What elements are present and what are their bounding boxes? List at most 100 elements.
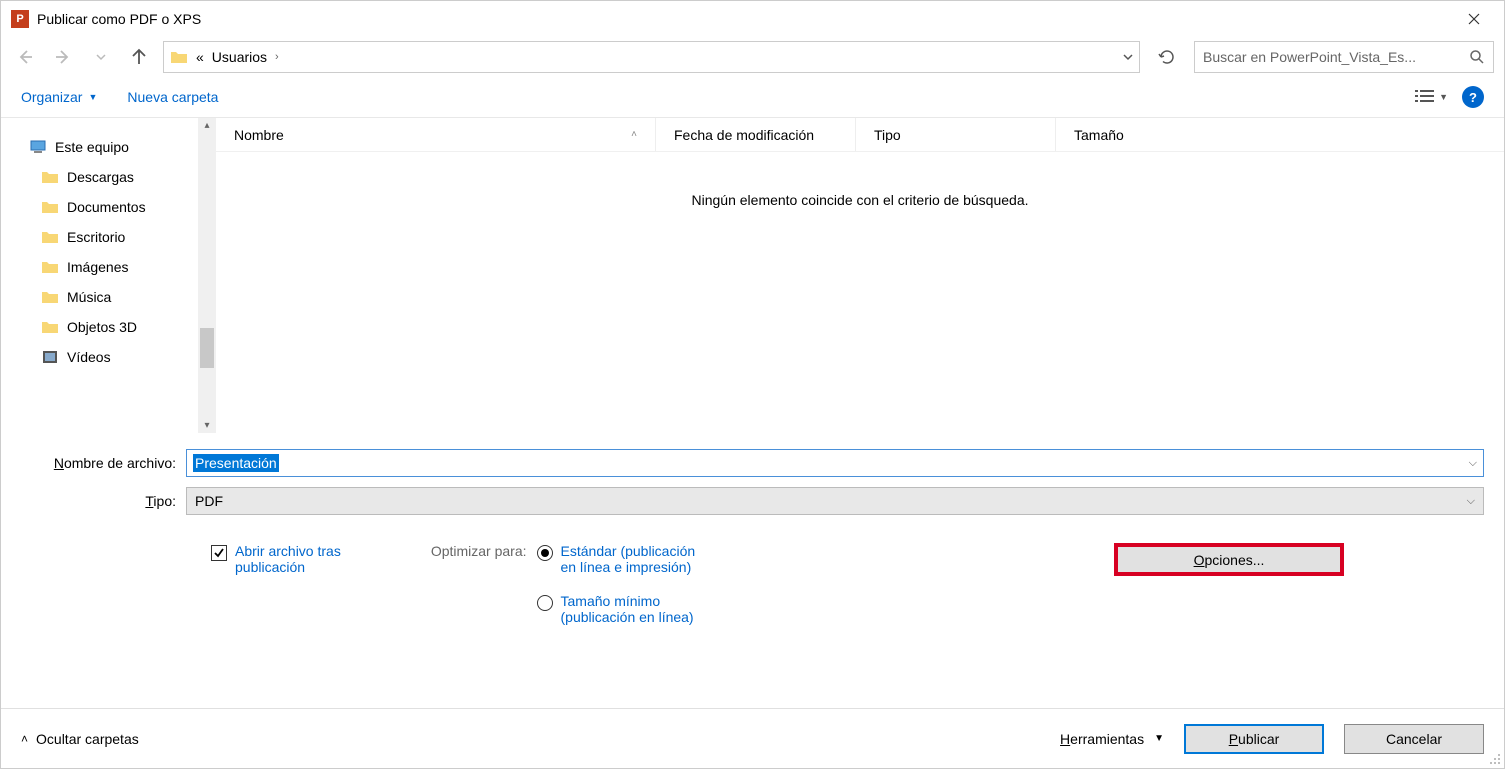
- sidebar-item-label: Música: [67, 289, 111, 305]
- sidebar-item-videos[interactable]: Vídeos: [1, 342, 198, 372]
- column-date[interactable]: Fecha de modificación: [656, 118, 856, 151]
- sidebar-item-downloads[interactable]: Descargas: [1, 162, 198, 192]
- chevron-down-icon: [96, 52, 106, 62]
- window-title: Publicar como PDF o XPS: [37, 11, 201, 27]
- organize-button[interactable]: Organizar ▼: [21, 89, 97, 105]
- publish-button[interactable]: Publicar: [1184, 724, 1324, 754]
- type-label: Tipo:: [21, 493, 186, 509]
- empty-message: Ningún elemento coincide con el criterio…: [216, 152, 1504, 208]
- breadcrumb-prefix: «: [196, 49, 204, 65]
- sidebar-item-label: Objetos 3D: [67, 319, 137, 335]
- type-combobox[interactable]: PDF ⌵: [186, 487, 1484, 515]
- column-headers: Nombre˄ Fecha de modificación Tipo Tamañ…: [216, 118, 1504, 152]
- scroll-thumb[interactable]: [200, 328, 214, 368]
- radio-label: Estándar (publicaciónen línea e impresió…: [561, 543, 696, 575]
- refresh-icon: [1158, 48, 1176, 66]
- sidebar-item-label: Escritorio: [67, 229, 125, 245]
- save-form: Nombre de archivo: Presentación ⌵ Tipo: …: [1, 433, 1504, 625]
- sidebar-item-label: Documentos: [67, 199, 146, 215]
- caret-down-icon: ▼: [88, 92, 97, 102]
- radio-standard[interactable]: Estándar (publicaciónen línea e impresió…: [537, 543, 696, 575]
- radio-label: Tamaño mínimo(publicación en línea): [561, 593, 694, 625]
- caret-down-icon: ▼: [1439, 92, 1448, 102]
- video-icon: [41, 348, 59, 366]
- options-button[interactable]: Opciones...: [1114, 543, 1344, 576]
- column-type[interactable]: Tipo: [856, 118, 1056, 151]
- search-input[interactable]: Buscar en PowerPoint_Vista_Es...: [1194, 41, 1494, 73]
- filename-label: Nombre de archivo:: [21, 455, 186, 471]
- folder-icon: [41, 168, 59, 186]
- new-folder-label: Nueva carpeta: [127, 89, 218, 105]
- resize-grip-icon: [1488, 752, 1502, 766]
- recent-dropdown[interactable]: [87, 43, 115, 71]
- footer: ˄ Ocultar carpetas Herramientas ▼ Public…: [1, 708, 1504, 768]
- search-placeholder: Buscar en PowerPoint_Vista_Es...: [1203, 49, 1469, 65]
- sidebar-item-label: Imágenes: [67, 259, 128, 275]
- sidebar-item-desktop[interactable]: Escritorio: [1, 222, 198, 252]
- chevron-up-icon: ˄: [21, 732, 28, 746]
- view-mode-button[interactable]: ▼: [1415, 89, 1448, 105]
- folder-icon: [41, 318, 59, 336]
- tools-dropdown[interactable]: Herramientas ▼: [1060, 731, 1164, 747]
- chevron-down-icon[interactable]: [1123, 52, 1133, 62]
- sort-caret-icon: ˄: [631, 129, 637, 140]
- radio-icon: [537, 595, 553, 611]
- titlebar: Publicar como PDF o XPS: [1, 1, 1504, 37]
- arrow-right-icon: [54, 48, 72, 66]
- navigation-bar: « Usuarios › Buscar en PowerPoint_Vista_…: [1, 37, 1504, 77]
- chevron-down-icon[interactable]: ⌵: [1469, 457, 1477, 470]
- sidebar-item-computer[interactable]: Este equipo: [1, 132, 198, 162]
- breadcrumb-segment[interactable]: Usuarios: [212, 49, 267, 65]
- checkbox-icon: [211, 545, 227, 561]
- folder-icon: [41, 258, 59, 276]
- scroll-down-icon[interactable]: ▾: [204, 420, 209, 431]
- back-button[interactable]: [11, 43, 39, 71]
- list-view-icon: [1415, 89, 1435, 105]
- cancel-button[interactable]: Cancelar: [1344, 724, 1484, 754]
- help-button[interactable]: ?: [1462, 86, 1484, 108]
- folder-icon: [170, 48, 188, 66]
- new-folder-button[interactable]: Nueva carpeta: [127, 89, 218, 105]
- sidebar-item-documents[interactable]: Documentos: [1, 192, 198, 222]
- type-value: PDF: [195, 493, 223, 509]
- close-icon: [1468, 13, 1480, 25]
- organize-label: Organizar: [21, 89, 82, 105]
- hide-folders-button[interactable]: ˄ Ocultar carpetas: [21, 731, 139, 747]
- resize-grip[interactable]: [1488, 752, 1502, 766]
- sidebar-scrollbar[interactable]: ▴ ▾: [198, 118, 216, 433]
- radio-icon: [537, 545, 553, 561]
- hide-folders-label: Ocultar carpetas: [36, 731, 139, 747]
- radio-minimum[interactable]: Tamaño mínimo(publicación en línea): [537, 593, 696, 625]
- open-after-publish-checkbox[interactable]: Abrir archivo tras publicación: [211, 543, 341, 575]
- sidebar-item-label: Este equipo: [55, 139, 129, 155]
- sidebar-item-pictures[interactable]: Imágenes: [1, 252, 198, 282]
- file-browser: Este equipo Descargas Documentos Escrito…: [1, 117, 1504, 433]
- optimize-group: Optimizar para: Estándar (publicaciónen …: [431, 543, 695, 625]
- forward-button[interactable]: [49, 43, 77, 71]
- up-button[interactable]: [125, 43, 153, 71]
- search-icon: [1469, 49, 1485, 65]
- column-name[interactable]: Nombre˄: [216, 118, 656, 151]
- powerpoint-icon: [11, 10, 29, 28]
- sidebar: Este equipo Descargas Documentos Escrito…: [1, 118, 198, 433]
- breadcrumb-separator[interactable]: ›: [275, 51, 279, 63]
- folder-icon: [41, 288, 59, 306]
- sidebar-item-3dobjects[interactable]: Objetos 3D: [1, 312, 198, 342]
- close-button[interactable]: [1454, 5, 1494, 33]
- filename-input[interactable]: Presentación ⌵: [186, 449, 1484, 477]
- checkbox-label: Abrir archivo tras publicación: [235, 543, 341, 575]
- pc-icon: [29, 138, 47, 156]
- caret-down-icon: ▼: [1154, 733, 1164, 744]
- chevron-down-icon[interactable]: ⌵: [1467, 495, 1475, 508]
- arrow-left-icon: [16, 48, 34, 66]
- column-size[interactable]: Tamaño: [1056, 118, 1196, 151]
- filename-value: Presentación: [193, 454, 279, 472]
- folder-icon: [41, 198, 59, 216]
- breadcrumb[interactable]: « Usuarios ›: [163, 41, 1140, 73]
- folder-icon: [41, 228, 59, 246]
- sidebar-item-music[interactable]: Música: [1, 282, 198, 312]
- refresh-button[interactable]: [1150, 41, 1184, 73]
- scroll-up-icon[interactable]: ▴: [204, 120, 209, 131]
- optimize-label: Optimizar para:: [431, 543, 527, 559]
- sidebar-item-label: Vídeos: [67, 349, 111, 365]
